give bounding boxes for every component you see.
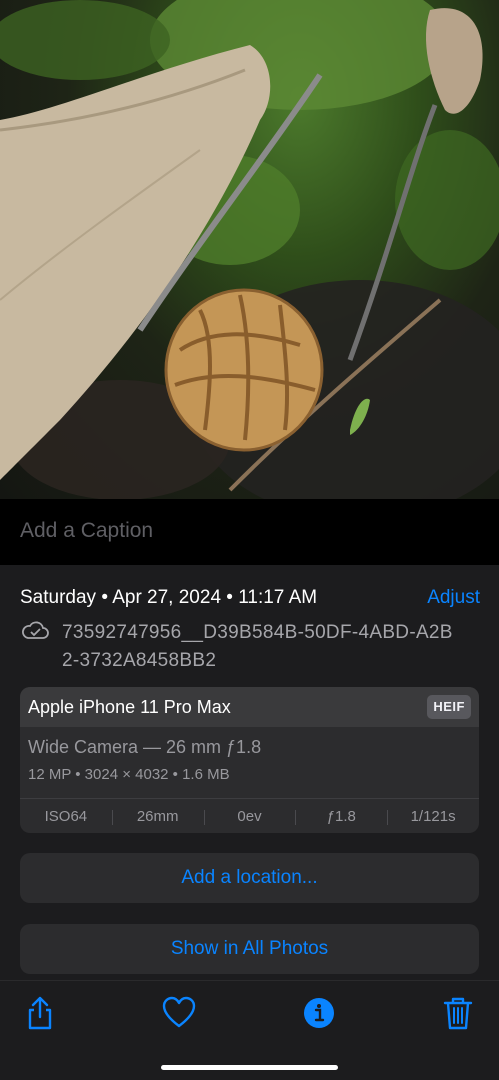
photo-view[interactable]: [0, 0, 499, 499]
filename: 73592747956__D39B584B-50DF-4ABD-A2B2-373…: [62, 622, 453, 671]
heart-icon[interactable]: [161, 995, 197, 1031]
adjust-button[interactable]: Adjust: [427, 587, 480, 609]
exif-shutter-speed: 1/121s: [387, 808, 479, 825]
caption-bar[interactable]: Add a Caption: [0, 499, 499, 565]
exif-iso: ISO64: [44, 807, 88, 825]
lens-info: Wide Camera — 26 mm ƒ1.8: [28, 737, 262, 757]
trash-icon[interactable]: [440, 995, 476, 1031]
card-header: Apple iPhone 11 Pro Max HEIF: [20, 687, 479, 727]
camera-info-card: Apple iPhone 11 Pro Max HEIF Wide Camera…: [20, 687, 479, 833]
icloud-icon: [22, 621, 49, 639]
morel-mushroom-photo: [0, 0, 499, 499]
add-location-button[interactable]: Add a location...: [20, 853, 479, 903]
exif-aperture: ƒ1.8: [295, 808, 387, 825]
exif-row: ISO64 26mm 0ev ƒ1.8 1/121s: [20, 798, 479, 833]
image-specs: 12 MP • 3024 × 4032 • 1.6 MB: [28, 766, 230, 783]
share-icon[interactable]: [22, 995, 58, 1031]
exif-focal-length: 26mm: [111, 808, 204, 825]
device-name: Apple iPhone 11 Pro Max: [28, 697, 231, 717]
date-time: Saturday • Apr 27, 2024 • 11:17 AM: [20, 587, 318, 608]
date-row: Saturday • Apr 27, 2024 • 11:17 AM Adjus…: [20, 587, 480, 611]
exif-exposure-bias: 0ev: [203, 808, 296, 825]
info-icon[interactable]: [301, 995, 337, 1031]
show-in-all-photos-button[interactable]: Show in All Photos: [20, 924, 479, 974]
home-indicator[interactable]: [161, 1065, 338, 1070]
info-panel: Saturday • Apr 27, 2024 • 11:17 AM Adjus…: [0, 565, 499, 980]
format-badge: HEIF: [427, 695, 471, 719]
caption-input[interactable]: Add a Caption: [20, 519, 153, 543]
